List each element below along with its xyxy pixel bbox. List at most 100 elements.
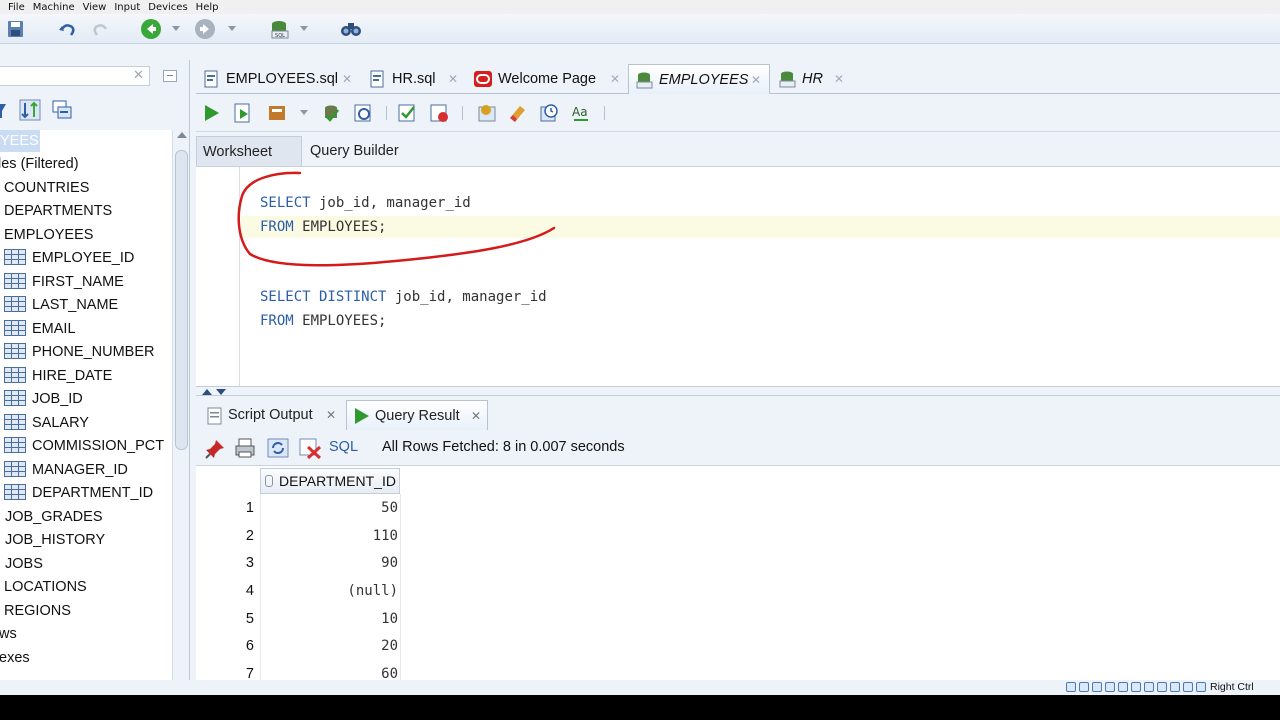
tree-node-jobs[interactable]: JOBS [5, 553, 43, 575]
tree-node-job-grades[interactable]: JOB_GRADES [5, 506, 103, 528]
tree-column-email[interactable]: EMAIL [4, 318, 76, 340]
tab-worksheet[interactable]: Worksheet [196, 136, 302, 166]
table-cell[interactable]: (null) [260, 583, 398, 599]
back-dropdown-icon[interactable] [172, 26, 180, 31]
rollback-icon[interactable] [352, 102, 374, 124]
tree-node-views[interactable]: ws [0, 623, 17, 645]
row-number[interactable]: 7 [196, 666, 254, 680]
tree-node-tables[interactable]: les (Filtered) [0, 153, 79, 175]
sql-link[interactable]: SQL [329, 439, 358, 455]
tree-column-job-id[interactable]: JOB_ID [4, 388, 83, 410]
tree-node-job-history[interactable]: JOB_HISTORY [5, 529, 105, 551]
close-tab-icon[interactable]: ✕ [751, 65, 761, 95]
tree-node-employees-selected[interactable]: YEES [0, 130, 40, 152]
run-statement-icon[interactable] [200, 102, 222, 124]
tree-column-last-name[interactable]: LAST_NAME [4, 294, 118, 316]
filter-icon[interactable] [0, 100, 8, 122]
column-header-department-id[interactable]: DEPARTMENT_ID [260, 468, 400, 494]
close-tab-icon[interactable]: ✕ [471, 401, 481, 431]
menu-help[interactable]: Help [196, 2, 219, 13]
scrollbar-thumb[interactable] [175, 150, 188, 450]
tree-column-first-name[interactable]: FIRST_NAME [4, 271, 124, 293]
refresh-icon[interactable] [266, 437, 290, 459]
close-tab-icon[interactable]: ✕ [448, 64, 458, 94]
cancel-query-icon[interactable] [428, 102, 450, 124]
sql-worksheet-dropdown-icon[interactable] [300, 26, 308, 31]
tab-query-builder[interactable]: Query Builder [304, 136, 424, 166]
menu-view[interactable]: View [83, 2, 107, 13]
table-cell[interactable]: 10 [260, 611, 398, 627]
tree-column-department-id[interactable]: DEPARTMENT_ID [4, 482, 153, 504]
row-number[interactable]: 5 [196, 611, 254, 627]
tab-script-output[interactable]: Script Output ✕ [200, 400, 344, 430]
table-cell[interactable]: 50 [260, 500, 398, 516]
menu-input[interactable]: Input [114, 2, 140, 13]
tree-column-hire-date[interactable]: HIRE_DATE [4, 365, 112, 387]
tree-node-regions[interactable]: REGIONS [4, 600, 71, 622]
splitter-arrows-icon[interactable] [202, 388, 232, 396]
pin-icon[interactable] [204, 438, 226, 460]
schema-browser-icon[interactable] [18, 98, 42, 122]
sql-text: job_id, manager_id [386, 289, 547, 305]
close-tab-icon[interactable]: ✕ [834, 64, 844, 94]
tree-node-departments[interactable]: DEPARTMENTS [4, 200, 112, 222]
sql-history-icon[interactable] [538, 102, 560, 124]
row-number[interactable]: 6 [196, 638, 254, 654]
tree-column-phone-number[interactable]: PHONE_NUMBER [4, 341, 154, 363]
table-cell[interactable]: 20 [260, 638, 398, 654]
menu-file[interactable]: File [8, 2, 25, 13]
explain-plan-icon[interactable] [396, 102, 418, 124]
tree-column-salary[interactable]: SALARY [4, 412, 89, 434]
tab-employees-worksheet[interactable]: EMPLOYEES ✕ [628, 64, 770, 94]
tree-node-locations[interactable]: LOCATIONS [4, 576, 87, 598]
table-cell[interactable]: 60 [260, 666, 398, 680]
autotrace-icon[interactable] [266, 102, 288, 124]
row-number[interactable]: 3 [196, 555, 254, 571]
tree-node-employees[interactable]: EMPLOYEES [4, 224, 93, 246]
navigator-filter-input[interactable] [0, 66, 150, 86]
undo-icon[interactable] [56, 18, 78, 40]
tree-column-employee-id[interactable]: EMPLOYEE_ID [4, 247, 134, 269]
filter-clear-icon[interactable]: ✕ [133, 68, 144, 83]
tab-hr-sql[interactable]: HR.sql ✕ [362, 64, 464, 94]
tab-welcome-page[interactable]: Welcome Page ✕ [468, 64, 628, 94]
row-number[interactable]: 2 [196, 528, 254, 544]
close-tab-icon[interactable]: ✕ [326, 400, 336, 430]
row-number[interactable]: 1 [196, 500, 254, 516]
scroll-up-arrow-icon[interactable] [177, 132, 187, 138]
sql-editor[interactable]: SELECT job_id, manager_id FROM EMPLOYEES… [196, 166, 1280, 387]
sql-worksheet-icon[interactable]: SQL [268, 18, 290, 40]
sql-tuning-icon[interactable] [476, 102, 498, 124]
commit-icon[interactable] [320, 102, 342, 124]
oracle-logo-icon [474, 71, 492, 87]
minimize-panel-icon[interactable] [163, 70, 177, 82]
tree-node-countries[interactable]: COUNTRIES [4, 177, 89, 199]
tab-query-result[interactable]: Query Result ✕ [346, 400, 488, 430]
forward-dropdown-icon[interactable] [228, 26, 236, 31]
clear-results-icon[interactable] [298, 437, 322, 459]
to-upper-lower-icon[interactable]: Aa [570, 102, 592, 124]
back-icon[interactable] [140, 18, 162, 40]
menu-devices[interactable]: Devices [148, 2, 187, 13]
clear-eraser-icon[interactable] [506, 102, 528, 124]
autotrace-dropdown-icon[interactable] [300, 110, 308, 115]
navigator-scrollbar[interactable] [172, 130, 189, 680]
close-tab-icon[interactable]: ✕ [342, 64, 352, 94]
print-icon[interactable] [234, 437, 256, 459]
editor-results-splitter[interactable] [196, 386, 1280, 396]
tree-node-indexes[interactable]: exes [0, 647, 30, 669]
binoculars-icon[interactable] [340, 18, 362, 40]
collapse-all-icon[interactable] [50, 98, 74, 122]
run-script-icon[interactable] [232, 102, 254, 124]
save-all-icon[interactable] [4, 18, 26, 40]
table-cell[interactable]: 110 [260, 528, 398, 544]
row-number[interactable]: 4 [196, 583, 254, 599]
tab-hr-worksheet[interactable]: HR ✕ [772, 64, 852, 94]
table-cell[interactable]: 90 [260, 555, 398, 571]
close-tab-icon[interactable]: ✕ [610, 64, 620, 94]
forward-icon[interactable] [194, 18, 216, 40]
tree-column-manager-id[interactable]: MANAGER_ID [4, 459, 128, 481]
menu-machine[interactable]: Machine [33, 2, 75, 13]
tab-employees-sql[interactable]: EMPLOYEES.sql ✕ [196, 64, 360, 94]
tree-column-commission-pct[interactable]: COMMISSION_PCT [4, 435, 164, 457]
